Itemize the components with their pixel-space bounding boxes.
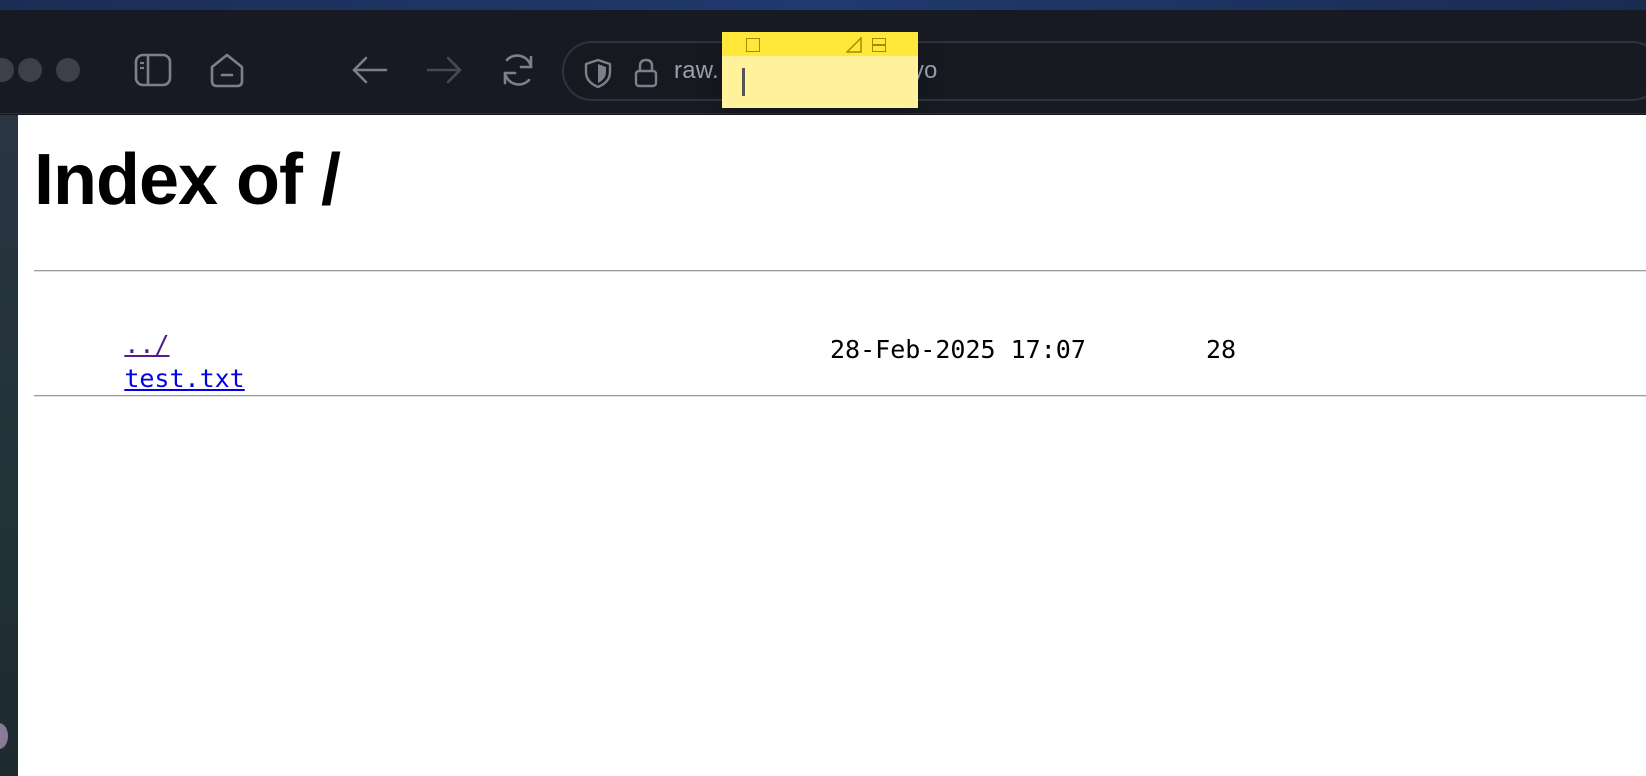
text-caret (742, 68, 745, 96)
url-text: raw. (674, 57, 719, 84)
zoom-window-button[interactable] (56, 58, 80, 82)
bottom-divider (34, 395, 1646, 397)
back-arrow-icon (352, 56, 388, 84)
lock-icon (634, 58, 658, 88)
reload-button[interactable] (496, 48, 540, 92)
shield-icon (584, 58, 612, 89)
home-button[interactable] (205, 48, 249, 92)
close-window-button[interactable] (0, 58, 14, 82)
sticky-note-resize-icon[interactable] (845, 36, 862, 53)
sidebar-toggle-button[interactable] (131, 48, 175, 92)
file-date: 28-Feb-2025 17:07 (830, 335, 1086, 364)
page-content: Index of / ../ test.txt 28-Feb-2025 17:0… (18, 115, 1646, 776)
site-info-button[interactable] (632, 57, 660, 89)
file-size: 28 (1206, 335, 1237, 364)
desktop-top-edge (0, 0, 1646, 10)
sticky-note-close-button[interactable] (746, 38, 760, 52)
desktop-left-edge (0, 115, 18, 776)
back-button[interactable] (348, 48, 392, 92)
browser-toolbar: raw. yo (0, 10, 1646, 114)
page-title: Index of / (34, 140, 341, 220)
reload-icon (503, 54, 533, 86)
sticky-note-collapse-button[interactable] (872, 38, 886, 52)
top-divider (34, 270, 1646, 272)
sticky-note-titlebar[interactable] (722, 32, 918, 56)
minimize-window-button[interactable] (18, 58, 42, 82)
sidebar-icon (134, 53, 172, 87)
home-icon (210, 53, 244, 88)
tracking-protection-button[interactable] (582, 57, 614, 89)
sticky-note[interactable] (722, 32, 918, 108)
desktop-dot (0, 723, 8, 749)
forward-arrow-icon (426, 56, 462, 84)
file-link-test-txt[interactable]: test.txt (124, 364, 244, 393)
forward-button[interactable] (422, 48, 466, 92)
